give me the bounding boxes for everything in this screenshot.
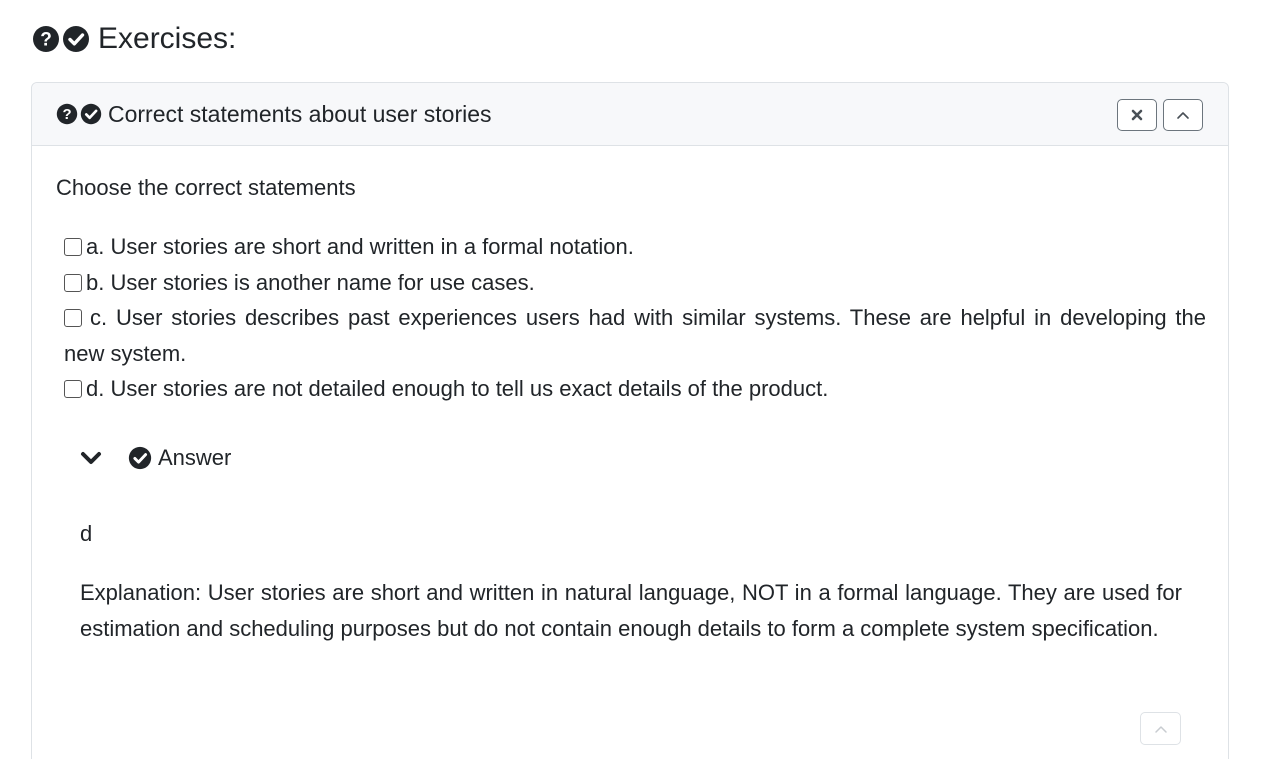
option-d-checkbox[interactable] (64, 380, 82, 398)
check-circle-icon (128, 446, 152, 470)
option-b-label: b. User stories is another name for use … (86, 269, 535, 295)
check-circle-icon (63, 26, 89, 52)
svg-text:?: ? (62, 106, 71, 123)
card-title: Correct statements about user stories (108, 100, 492, 127)
answer-explanation: Explanation: User stories are short and … (80, 580, 1182, 641)
chevron-down-icon (81, 452, 101, 464)
question-circle-icon: ? (56, 103, 78, 125)
chevron-up-icon (1177, 112, 1189, 119)
option-c[interactable]: c. User stories describes past experienc… (64, 300, 1206, 371)
option-b-checkbox[interactable] (64, 273, 82, 292)
page-title: Exercises: (98, 22, 237, 55)
answer-toggle[interactable]: Answer (80, 445, 231, 471)
option-c-checkbox[interactable] (64, 309, 82, 327)
answer-value: d (80, 521, 93, 546)
svg-text:?: ? (40, 30, 52, 51)
check-circle-icon (80, 103, 102, 125)
option-a-label: a. User stories are short and written in… (86, 234, 634, 259)
option-c-label: c. User stories describes past experienc… (64, 305, 1206, 366)
close-icon (1131, 109, 1143, 121)
question-prompt: Choose the correct statements (56, 175, 356, 200)
option-b[interactable]: b. User stories is another name for use … (64, 265, 1206, 301)
page-heading: ? Exercises: (32, 22, 236, 56)
option-d-label: d. User stories are not detailed enough … (86, 376, 829, 401)
card-header: ? Correct statements about user stories (32, 83, 1228, 146)
answer-toggle-label: Answer (158, 445, 232, 470)
chevron-up-icon (1154, 725, 1167, 733)
option-a-checkbox[interactable] (64, 238, 82, 256)
question-circle-icon: ? (33, 26, 59, 52)
options-list: a. User stories are short and written in… (64, 229, 1206, 407)
option-d[interactable]: d. User stories are not detailed enough … (64, 371, 1206, 407)
collapse-button[interactable] (1163, 99, 1203, 131)
back-to-top-button[interactable] (1140, 712, 1181, 745)
exercise-card: ? Correct statements about user stories … (31, 82, 1229, 759)
close-button[interactable] (1117, 99, 1157, 131)
option-a[interactable]: a. User stories are short and written in… (64, 229, 1206, 265)
